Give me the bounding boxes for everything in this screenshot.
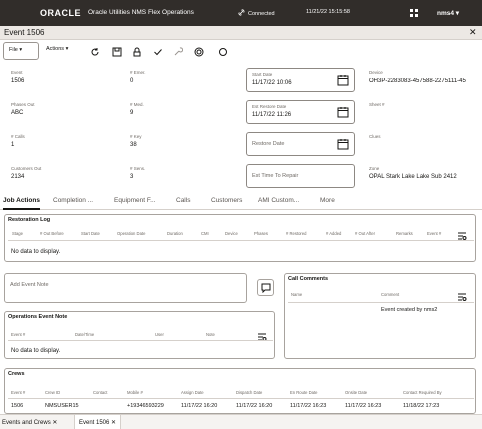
user-name: nms4 — [437, 10, 454, 17]
apps-grid-icon[interactable] — [409, 8, 419, 18]
top-bar: ORACLE Oracle Utilities NMS Flex Operati… — [0, 0, 482, 26]
tab-equipment-failure[interactable]: Equipment F... — [114, 197, 156, 204]
calls-field: # Calls 1 — [11, 134, 25, 148]
restoration-log-panel: Restoration Log Stage # Out Before Start… — [4, 214, 476, 262]
tab-event-1506[interactable]: Event 1506 ✕ — [74, 415, 122, 429]
link-icon — [238, 9, 245, 16]
call-comments-panel: Call Comments Name Comment Event created… — [284, 273, 476, 359]
event-fields: Event 1506 # Emer. 0 Start Date 11/17/22… — [0, 62, 482, 192]
tab-completion[interactable]: Completion ... — [53, 197, 93, 204]
operations-event-note-panel: Operations Event Note Event # Date/Time … — [4, 311, 275, 359]
oracle-logo: ORACLE — [40, 8, 81, 18]
actions-menu-button[interactable]: Actions ▾ — [41, 42, 81, 60]
key-field: # Key 38 — [130, 134, 142, 148]
sheet-field: Sheet # — [369, 102, 385, 107]
est-time-to-repair-field[interactable]: Est Time To Repair — [246, 164, 355, 188]
file-menu-button[interactable]: File ▾ — [3, 42, 39, 60]
restore-date-field[interactable]: Restore Date — [246, 132, 355, 156]
save-icon[interactable] — [112, 47, 122, 57]
window-title: Event 1506 — [4, 28, 45, 37]
comment-text: Event created by nms2 — [381, 307, 438, 313]
bottom-tab-bar: Events and Crews ✕ Event 1506 ✕ — [0, 414, 482, 429]
restoration-log-title: Restoration Log — [8, 217, 51, 223]
add-event-note-input[interactable]: Add Event Note — [4, 273, 247, 303]
wrench-icon[interactable] — [173, 47, 183, 57]
close-icon[interactable]: ✕ — [111, 420, 116, 426]
tab-customers[interactable]: Customers — [211, 197, 242, 204]
tab-events-and-crews[interactable]: Events and Crews ✕ — [2, 419, 57, 426]
divider — [8, 398, 474, 399]
device-field: Device OH3P-2283083-457588-2275111-45 — [369, 70, 466, 84]
tab-ami-customers[interactable]: AMI Custom... — [258, 197, 299, 204]
toolbar: File ▾ Actions ▾ — [0, 40, 482, 62]
refresh-icon[interactable] — [90, 47, 100, 57]
close-icon[interactable]: ✕ — [469, 27, 477, 38]
tab-more[interactable]: More — [320, 197, 335, 204]
restoration-log-empty: No data to display. — [11, 249, 61, 255]
emer-field: # Emer. 0 — [130, 70, 146, 84]
comment-icon — [261, 283, 271, 293]
med-field: # Med. 9 — [130, 102, 144, 116]
phases-out-field: Phases Out ABC — [11, 102, 35, 116]
actions-label: Actions — [46, 46, 65, 52]
connection-status: Connected — [238, 9, 275, 17]
zone-field: Zone OPAL Stark Lake Lake Sub 2412 — [369, 166, 457, 180]
est-restore-date-field[interactable]: Est Restore Date 11/17/22 11:26 — [246, 100, 355, 124]
app-title: Oracle Utilities NMS Flex Operations — [88, 9, 194, 16]
crews-title: Crews — [8, 371, 25, 377]
calendar-icon[interactable] — [337, 138, 349, 150]
call-comments-title: Call Comments — [288, 276, 329, 282]
close-icon[interactable]: ✕ — [52, 420, 57, 426]
crews-panel: Crews Event # Crew ID Contact Mobile # A… — [4, 368, 476, 414]
tab-calls[interactable]: Calls — [176, 197, 190, 204]
window-title-bar: Event 1506 ✕ — [0, 26, 482, 40]
operations-note-title: Operations Event Note — [8, 314, 68, 320]
event-field: Event 1506 — [11, 70, 25, 84]
calendar-icon[interactable] — [337, 106, 349, 118]
file-label: File — [9, 47, 18, 53]
add-note-button[interactable] — [257, 279, 274, 296]
current-datetime: 11/21/22 15:15:58 — [306, 9, 350, 15]
tab-job-actions[interactable]: Job Actions — [3, 197, 40, 210]
start-date-field[interactable]: Start Date 11/17/22 10:06 — [246, 68, 355, 92]
lock-icon[interactable] — [132, 47, 142, 57]
user-menu[interactable]: nms4 ▾ — [437, 9, 459, 17]
calendar-icon[interactable] — [337, 74, 349, 86]
circle-icon[interactable] — [218, 47, 228, 57]
sens-field: # Sens. 3 — [130, 166, 146, 180]
operations-note-empty: No data to display. — [11, 348, 61, 354]
clues-field: Clues — [369, 134, 381, 139]
connection-label: Connected — [248, 11, 275, 17]
divider — [288, 302, 474, 303]
event-tabs: Job Actions Completion ... Equipment F..… — [0, 194, 482, 210]
divider — [8, 340, 273, 341]
column-manager-icon[interactable] — [457, 292, 467, 302]
customers-out-field: Customers Out 2134 — [11, 166, 42, 180]
checkmark-icon[interactable] — [153, 47, 163, 57]
target-icon[interactable] — [194, 47, 204, 57]
divider — [8, 240, 474, 241]
